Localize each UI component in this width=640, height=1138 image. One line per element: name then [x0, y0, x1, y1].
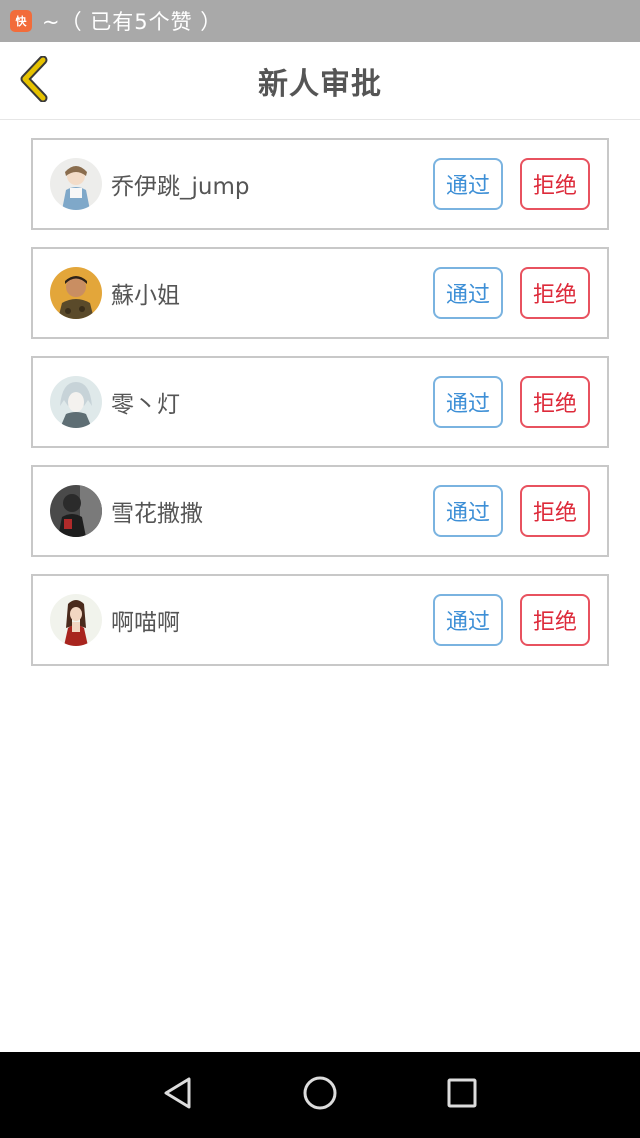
- approve-button[interactable]: 通过: [433, 485, 503, 537]
- system-back-button[interactable]: [153, 1070, 203, 1120]
- header: 新人审批: [0, 42, 640, 120]
- circle-home-icon: [302, 1075, 338, 1115]
- username: 啊喵啊: [111, 610, 180, 636]
- status-bar: 快 ~（ 已有5个赞 ）: [0, 0, 640, 42]
- avatar: [50, 485, 102, 537]
- avatar: [50, 376, 102, 428]
- reject-button[interactable]: 拒绝: [520, 376, 590, 428]
- page-title: 新人审批: [258, 67, 382, 102]
- reject-button[interactable]: 拒绝: [520, 485, 590, 537]
- triangle-back-icon: [162, 1076, 194, 1114]
- username: 乔伊跳_jump: [111, 174, 250, 200]
- request-list: 乔伊跳_jump 通过 拒绝 蘇小姐 通过 拒绝 零丶灯 通过 拒绝 雪花撒撒 …: [31, 138, 609, 683]
- list-item: 雪花撒撒 通过 拒绝: [31, 465, 609, 557]
- system-recents-button[interactable]: [437, 1070, 487, 1120]
- username: 雪花撒撒: [111, 501, 203, 527]
- system-home-button[interactable]: [295, 1070, 345, 1120]
- list-item: 零丶灯 通过 拒绝: [31, 356, 609, 448]
- avatar: [50, 267, 102, 319]
- avatar: [50, 158, 102, 210]
- notification-text: ~（ 已有5个赞 ）: [42, 10, 223, 34]
- approve-button[interactable]: 通过: [433, 158, 503, 210]
- square-recents-icon: [446, 1077, 478, 1113]
- list-item: 乔伊跳_jump 通过 拒绝: [31, 138, 609, 230]
- avatar: [50, 594, 102, 646]
- username: 零丶灯: [111, 392, 180, 418]
- kuaikan-app-icon: 快: [10, 10, 32, 32]
- list-item: 蘇小姐 通过 拒绝: [31, 247, 609, 339]
- approve-button[interactable]: 通过: [433, 376, 503, 428]
- list-item: 啊喵啊 通过 拒绝: [31, 574, 609, 666]
- system-nav-bar: [0, 1052, 640, 1138]
- reject-button[interactable]: 拒绝: [520, 158, 590, 210]
- reject-button[interactable]: 拒绝: [520, 267, 590, 319]
- reject-button[interactable]: 拒绝: [520, 594, 590, 646]
- approve-button[interactable]: 通过: [433, 594, 503, 646]
- approve-button[interactable]: 通过: [433, 267, 503, 319]
- username: 蘇小姐: [111, 283, 180, 309]
